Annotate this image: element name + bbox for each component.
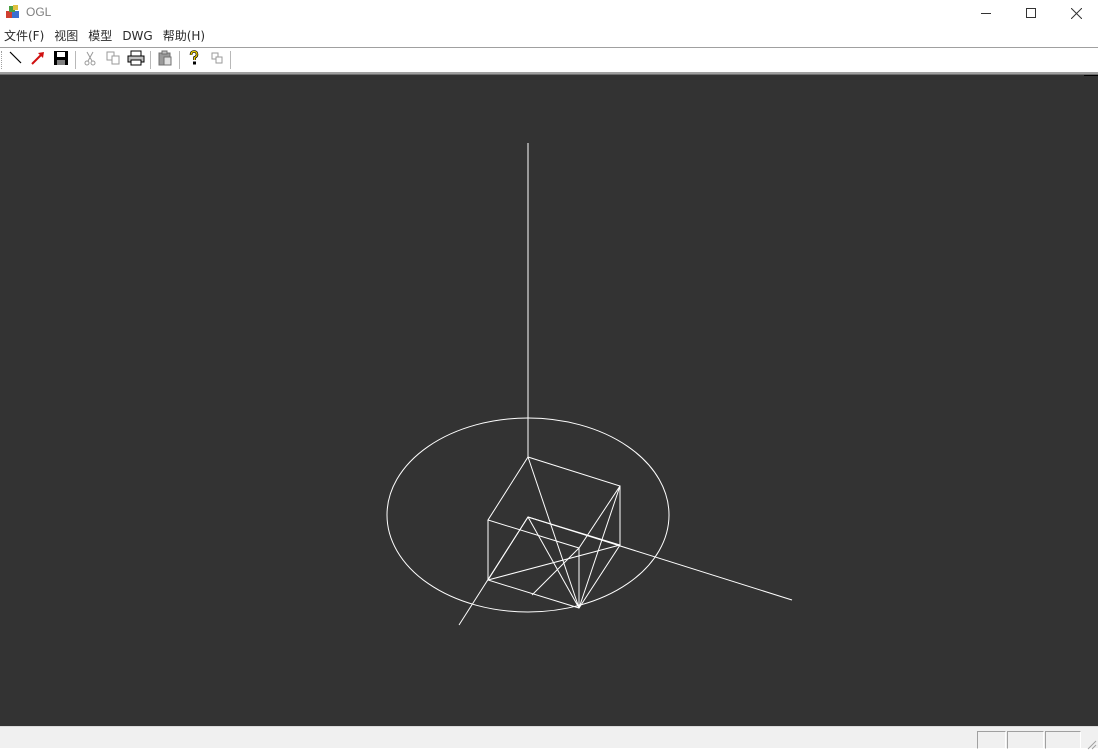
status-bar (0, 726, 1098, 750)
paste-button[interactable] (154, 50, 176, 70)
wireframe-scene (386, 75, 1098, 626)
menu-dwg[interactable]: DWG (118, 26, 158, 46)
cut-icon (82, 50, 98, 70)
maximize-button[interactable] (1008, 0, 1054, 26)
toolbar-divider (179, 51, 180, 69)
menu-bar: 文件(F) 视图 模型 DWG 帮助(H) (0, 26, 1098, 46)
context-help-button[interactable] (206, 50, 228, 70)
menu-file[interactable]: 文件(F) (0, 26, 50, 46)
opengl-viewport[interactable] (0, 75, 1098, 726)
save-icon (53, 50, 69, 70)
status-pane-2 (1007, 731, 1044, 749)
minimize-icon (981, 8, 991, 18)
status-pane-3 (1045, 731, 1081, 749)
toolbar-divider (150, 51, 151, 69)
status-pane-1 (977, 731, 1006, 749)
arrow-tool-button[interactable] (27, 50, 49, 70)
copy-button[interactable] (102, 50, 124, 70)
context-help-icon (209, 50, 225, 70)
save-button[interactable] (50, 50, 72, 70)
toolbar-divider (230, 51, 231, 69)
toolbar (0, 48, 1098, 72)
help-icon (186, 50, 202, 70)
menu-help[interactable]: 帮助(H) (159, 26, 211, 46)
line-tool-icon (7, 50, 23, 70)
maximize-icon (1026, 8, 1036, 18)
toolbar-divider (75, 51, 76, 69)
help-button[interactable] (183, 50, 205, 70)
line-tool-button[interactable] (4, 50, 26, 70)
print-button[interactable] (125, 50, 147, 70)
window-title: OGL (26, 5, 52, 19)
print-icon (127, 50, 145, 70)
cube-diagonal (527, 456, 580, 609)
copy-icon (105, 50, 121, 70)
title-bar: OGL (0, 0, 1098, 26)
minimize-button[interactable] (963, 0, 1009, 26)
paste-icon (157, 50, 173, 70)
menu-view[interactable]: 视图 (50, 26, 84, 46)
red-arrow-icon (30, 50, 46, 70)
cut-button[interactable] (79, 50, 101, 70)
menu-model[interactable]: 模型 (84, 26, 118, 46)
close-button[interactable] (1053, 0, 1098, 26)
ogl-app-icon (5, 4, 21, 20)
resize-grip-icon[interactable] (1085, 735, 1097, 750)
close-icon (1070, 7, 1082, 19)
